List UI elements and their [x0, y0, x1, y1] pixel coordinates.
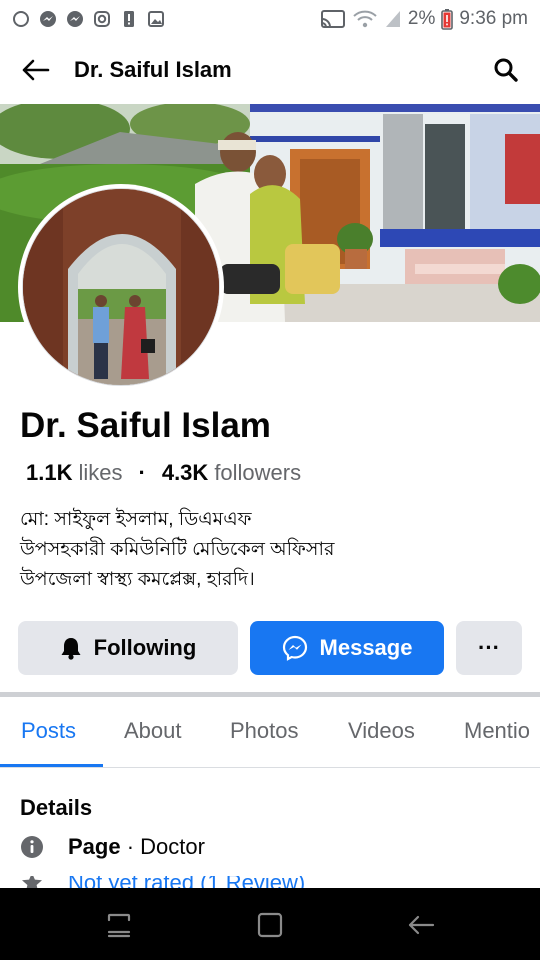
battery-percent: 2% — [407, 8, 436, 29]
tab-mentions[interactable]: Mentio — [464, 718, 530, 744]
back-nav-icon — [408, 915, 435, 935]
bio-line: উপজেলা স্বাস্থ্য কমপ্লেক্স, হারদি। — [20, 569, 255, 590]
signal-icon — [385, 11, 400, 27]
more-options-button[interactable]: ··· — [456, 621, 522, 675]
recent-apps-button[interactable] — [104, 910, 134, 940]
detail-page-category: Page · Doctor — [20, 834, 205, 860]
section-divider — [0, 692, 540, 697]
messenger-icon — [282, 635, 307, 661]
page-label: Page — [68, 834, 121, 859]
battery-low-icon — [441, 9, 454, 30]
search-icon — [494, 58, 518, 82]
status-system-icons: 2% 9:36 pm — [320, 8, 528, 30]
back-button[interactable] — [18, 54, 52, 86]
profile-bio: মো: সাইফুল ইসলাম, ডিএমএফ উপসহকারী কমিউনি… — [20, 505, 334, 595]
page-title: Dr. Saiful Islam — [74, 57, 232, 82]
details-heading: Details — [20, 795, 93, 820]
messenger-notification-icon-2 — [67, 11, 83, 27]
followers-count: 4.3K — [161, 460, 209, 485]
more-options-icon: ··· — [478, 635, 500, 660]
status-time: 9:36 pm — [459, 8, 528, 29]
system-navigation-bar — [0, 888, 540, 960]
alert-notification-icon — [124, 11, 134, 27]
image-notification-icon — [148, 11, 164, 27]
followers-label: followers — [214, 460, 302, 485]
tab-posts[interactable]: Posts — [21, 718, 76, 744]
cast-icon — [320, 10, 345, 28]
recent-apps-icon — [107, 913, 131, 938]
back-arrow-icon — [22, 59, 50, 81]
instagram-notification-icon — [94, 11, 110, 27]
profile-avatar[interactable] — [18, 184, 224, 390]
following-button[interactable]: Following — [18, 621, 238, 675]
home-icon — [257, 912, 283, 938]
message-button[interactable]: Message — [250, 621, 444, 675]
likes-label: likes — [78, 460, 123, 485]
profile-name: Dr. Saiful Islam — [20, 406, 271, 445]
search-button[interactable] — [492, 56, 520, 84]
message-label: Message — [319, 635, 413, 660]
page-separator: · — [120, 834, 141, 859]
profile-stats: 1.1K likes · 4.3K followers — [26, 460, 301, 486]
info-icon — [21, 836, 43, 858]
avatar — [22, 188, 220, 386]
back-nav-button[interactable] — [406, 910, 436, 940]
home-button[interactable] — [255, 910, 285, 940]
wifi-icon — [353, 10, 377, 28]
status-bar: 2% 9:36 pm — [0, 0, 540, 38]
bell-icon — [61, 638, 81, 660]
avatar-image — [23, 189, 219, 385]
following-label: Following — [93, 635, 197, 660]
tab-about[interactable]: About — [124, 718, 182, 744]
bio-line: মো: সাইফুল ইসলাম, ডিএমএফ — [20, 509, 252, 530]
stats-separator: · — [138, 460, 146, 485]
bio-line: উপসহকারী কমিউনিটি মেডিকেল অফিসার — [20, 539, 335, 560]
messenger-notification-icon — [40, 11, 56, 27]
tab-photos[interactable]: Photos — [230, 718, 299, 744]
page-category: Doctor — [140, 834, 205, 859]
active-tab-indicator — [0, 764, 103, 767]
circle-notification-icon — [13, 11, 29, 27]
app-bar: Dr. Saiful Islam — [0, 38, 540, 102]
profile-tabs: Posts About Photos Videos Mentio — [0, 698, 540, 768]
tab-videos[interactable]: Videos — [348, 718, 415, 744]
status-notification-icons — [12, 10, 165, 28]
likes-count: 1.1K — [26, 460, 73, 485]
